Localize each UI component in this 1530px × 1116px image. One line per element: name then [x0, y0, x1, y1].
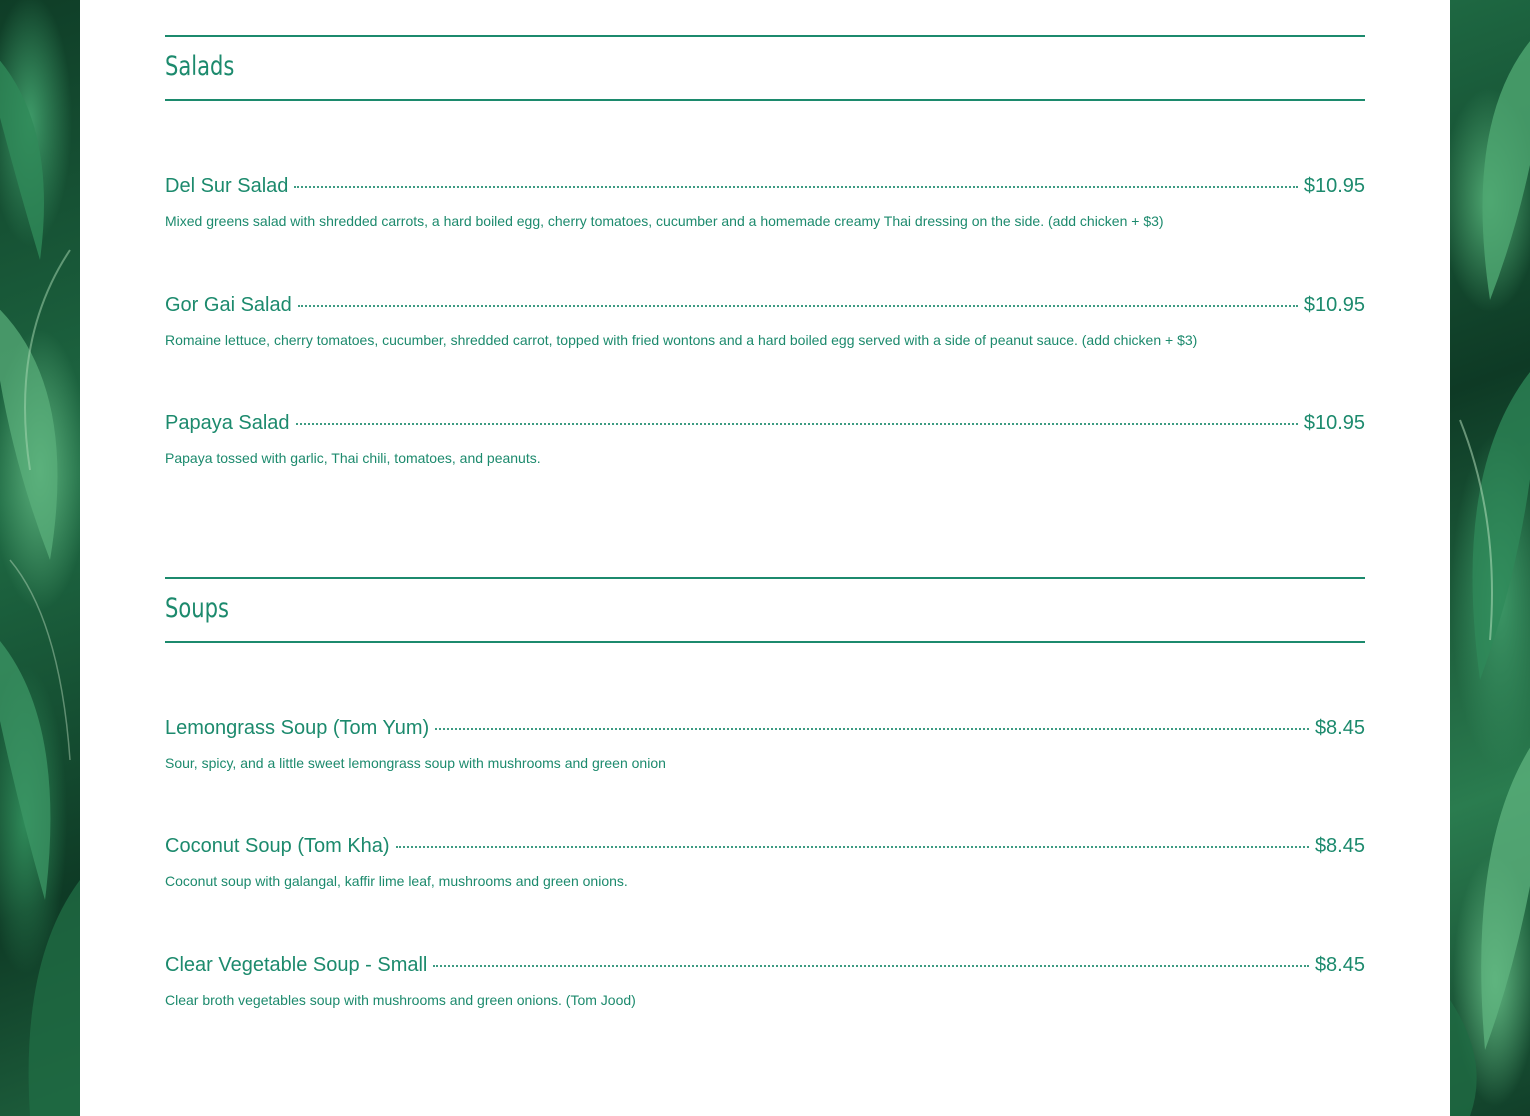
- menu-item-name: Lemongrass Soup (Tom Yum): [165, 717, 430, 739]
- menu-item-description: Mixed greens salad with shredded carrots…: [165, 213, 1164, 229]
- menu-item-name: Coconut Soup (Tom Kha): [165, 835, 390, 857]
- dot-leader: [294, 186, 1298, 188]
- menu-item-price: $10.95: [1303, 294, 1365, 316]
- menu-item-price: $8.45: [1314, 717, 1365, 739]
- menu-item: Coconut Soup (Tom Kha) $8.45 Coconut sou…: [165, 835, 1365, 889]
- menu-item-name: Gor Gai Salad: [165, 294, 292, 316]
- dot-leader: [297, 305, 1298, 307]
- menu-item: Clear Vegetable Soup - Small $8.45 Clear…: [165, 954, 1365, 1008]
- menu-item-price: $10.95: [1303, 412, 1365, 434]
- dot-leader: [295, 423, 1298, 425]
- menu-item-price: $10.95: [1303, 175, 1365, 197]
- menu-panel: Salads Del Sur Salad $10.95 Mixed greens…: [80, 0, 1450, 1116]
- menu-item-description: Coconut soup with galangal, kaffir lime …: [165, 873, 628, 889]
- section-title: Soups: [165, 593, 229, 624]
- menu-item-description: Papaya tossed with garlic, Thai chili, t…: [165, 450, 541, 466]
- menu-item-description: Clear broth vegetables soup with mushroo…: [165, 992, 636, 1008]
- menu-item: Lemongrass Soup (Tom Yum) $8.45 Sour, sp…: [165, 717, 1365, 771]
- dot-leader: [435, 728, 1309, 730]
- menu-item-description: Romaine lettuce, cherry tomatoes, cucumb…: [165, 332, 1198, 348]
- menu-item: Gor Gai Salad $10.95 Romaine lettuce, ch…: [165, 294, 1365, 348]
- menu-item-price: $8.45: [1314, 835, 1365, 857]
- menu-item: Papaya Salad $10.95 Papaya tossed with g…: [165, 412, 1365, 466]
- menu-item-price: $8.45: [1314, 954, 1365, 976]
- section-title: Salads: [165, 51, 235, 82]
- menu-item-description: Sour, spicy, and a little sweet lemongra…: [165, 755, 666, 771]
- menu-item-name: Clear Vegetable Soup - Small: [165, 954, 428, 976]
- dot-leader: [395, 846, 1309, 848]
- dot-leader: [433, 965, 1309, 967]
- section-header: Salads: [165, 35, 1365, 101]
- menu-item-name: Papaya Salad: [165, 412, 290, 434]
- section-header: Soups: [165, 577, 1365, 643]
- leaf-background-right: [1450, 0, 1530, 1116]
- menu-item: Del Sur Salad $10.95 Mixed greens salad …: [165, 175, 1365, 229]
- menu-item-name: Del Sur Salad: [165, 175, 289, 197]
- leaf-background-left: [0, 0, 80, 1116]
